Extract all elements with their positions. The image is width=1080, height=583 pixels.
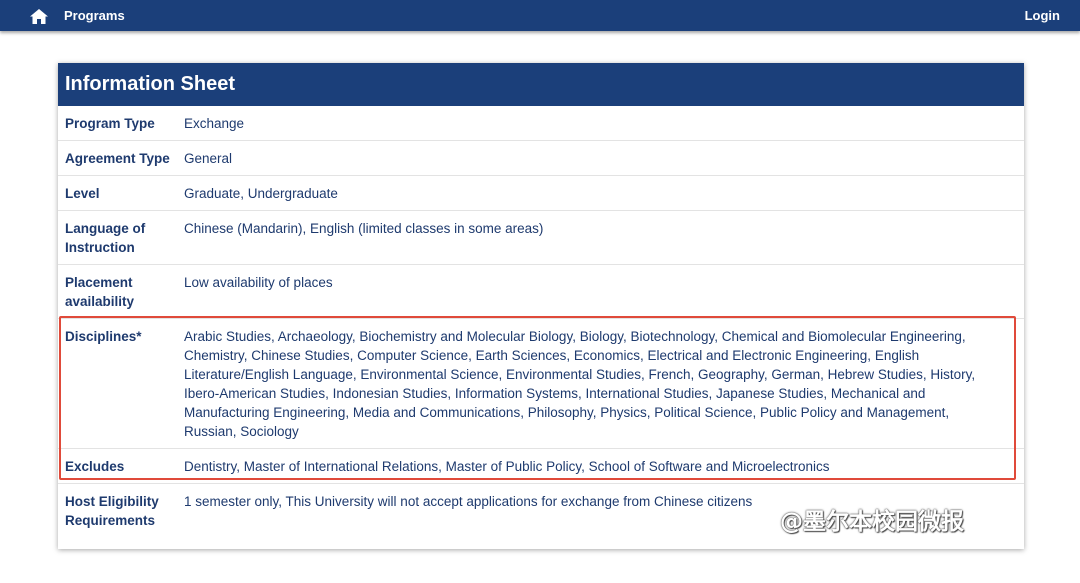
table-row: Excludes Dentistry, Master of Internatio… (58, 449, 1024, 484)
row-label-disciplines: Disciplines* (65, 329, 142, 344)
home-icon[interactable] (30, 9, 48, 24)
row-label-program-type: Program Type (65, 116, 155, 131)
row-label-excludes: Excludes (65, 459, 125, 474)
top-navbar: Programs Login (0, 0, 1080, 31)
row-value-language: Chinese (Mandarin), English (limited cla… (184, 221, 544, 236)
row-label-level: Level (65, 186, 100, 201)
info-table: Program Type Exchange Agreement Type Gen… (58, 106, 1024, 537)
row-value-level: Graduate, Undergraduate (184, 186, 338, 201)
row-value-placement: Low availability of places (184, 275, 333, 290)
table-row: Level Graduate, Undergraduate (58, 176, 1024, 211)
row-label-eligibility: Host Eligibility Requirements (65, 494, 159, 528)
row-value-disciplines: Arabic Studies, Archaeology, Biochemistr… (184, 329, 976, 439)
table-row: Disciplines* Arabic Studies, Archaeology… (58, 319, 1024, 449)
row-label-placement: Placement availability (65, 275, 135, 309)
information-sheet: Information Sheet Program Type Exchange … (58, 63, 1024, 549)
row-label-language: Language of Instruction (65, 221, 146, 255)
nav-login-link[interactable]: Login (1025, 8, 1060, 24)
nav-programs-link[interactable]: Programs (64, 8, 125, 24)
navbar-underline (383, 30, 1025, 31)
sheet-header: Information Sheet (58, 63, 1024, 106)
row-label-agreement-type: Agreement Type (65, 151, 170, 166)
watermark: @墨尔本校园微报 (780, 509, 964, 535)
table-row: Language of Instruction Chinese (Mandari… (58, 211, 1024, 265)
row-value-excludes: Dentistry, Master of International Relat… (184, 459, 830, 474)
row-value-agreement-type: General (184, 151, 233, 166)
sheet-title: Information Sheet (65, 73, 236, 95)
table-row: Placement availability Low availability … (58, 265, 1024, 319)
table-row: Program Type Exchange (58, 106, 1024, 141)
table-row: Agreement Type General (58, 141, 1024, 176)
row-value-program-type: Exchange (184, 116, 245, 131)
